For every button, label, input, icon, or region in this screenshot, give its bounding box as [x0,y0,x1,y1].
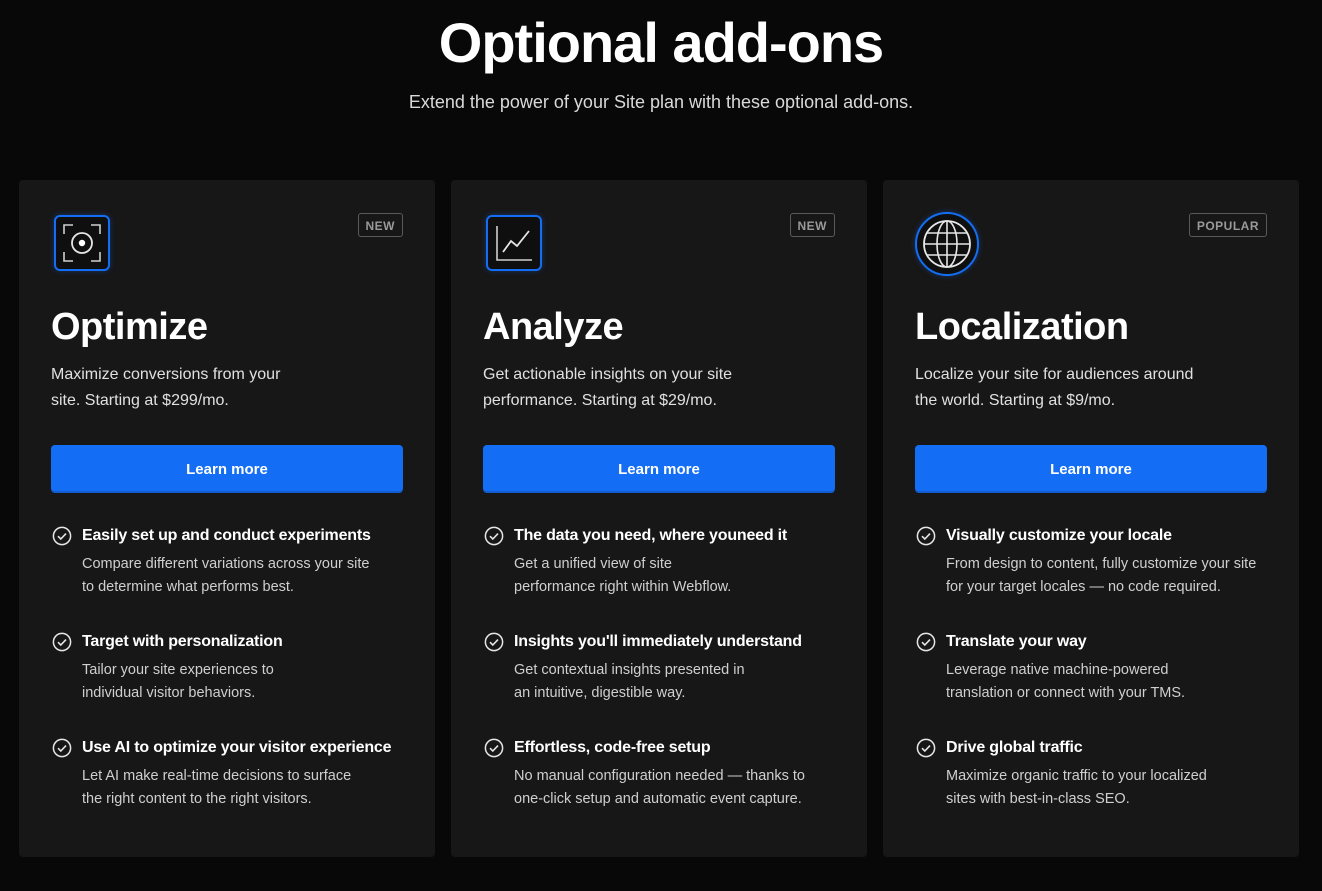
feature-item: Use AI to optimize your visitor experien… [51,737,403,843]
feature-list: The data you need, where youneed it Get … [483,525,835,843]
card-title: Localization [915,306,1129,348]
add-ons-page: Optional add-ons Extend the power of you… [0,0,1322,891]
feature-description: Compare different variations across your… [82,556,370,595]
feature-title: Visually customize your locale [946,527,1172,544]
feature-title: Insights you'll immediately understand [514,633,802,650]
feature-title: Target with personalization [82,633,283,650]
page-subtitle: Extend the power of your Site plan with … [408,92,914,112]
addon-card-localization: POPULAR Localization Localize your site … [883,180,1299,857]
check-circle-icon [52,738,72,758]
check-circle-icon [916,526,936,546]
learn-more-button[interactable]: Learn more [51,445,403,493]
check-circle-icon [484,526,504,546]
target-icon [54,215,110,271]
check-circle-icon [484,738,504,758]
feature-list: Visually customize your locale From desi… [915,525,1267,843]
popular-badge: POPULAR [1188,213,1267,237]
check-circle-icon [52,526,72,546]
feature-title: Easily set up and conduct experiments [82,527,371,544]
card-title: Analyze [483,306,624,348]
feature-title: Drive global traffic [946,739,1083,756]
card-description: Localize your site for audiences around … [915,366,1194,409]
feature-description: Get a unified view of site performance r… [514,556,732,595]
feature-description: Maximize organic traffic to your localiz… [946,768,1207,807]
globe-icon [915,212,979,276]
card-description: Maximize conversions from your site. Sta… [51,366,281,409]
feature-item: Easily set up and conduct experiments Co… [51,525,403,631]
feature-description: Let AI make real-time decisions to surfa… [82,768,352,807]
feature-title: Use AI to optimize your visitor experien… [82,739,392,756]
new-badge: NEW [357,213,403,237]
addon-card-optimize: NEW Optimize Maximize conversions from y… [19,180,435,857]
learn-more-button[interactable]: Learn more [483,445,835,493]
feature-title: Effortless, code-free setup [514,739,711,756]
feature-item: Effortless, code-free setup No manual co… [483,737,835,843]
check-circle-icon [484,632,504,652]
line-chart-icon [486,215,542,271]
feature-description: Tailor your site experiences to individu… [82,662,274,701]
feature-description: No manual configuration needed — thanks … [514,768,805,807]
feature-description: From design to content, fully customize … [946,556,1257,595]
feature-item: Visually customize your locale From desi… [915,525,1267,631]
check-circle-icon [52,632,72,652]
check-circle-icon [916,738,936,758]
feature-list: Easily set up and conduct experiments Co… [51,525,403,843]
feature-title: The data you need, where youneed it [514,527,788,544]
feature-description: Leverage native machine-powered translat… [946,662,1186,701]
card-title: Optimize [51,306,208,348]
feature-item: Target with personalization Tailor your … [51,631,403,737]
page-title: Optional add-ons [438,11,884,74]
feature-item: The data you need, where youneed it Get … [483,525,835,631]
feature-title: Translate your way [946,633,1087,650]
learn-more-button[interactable]: Learn more [915,445,1267,493]
new-badge: NEW [789,213,835,237]
feature-item: Drive global traffic Maximize organic tr… [915,737,1267,843]
feature-item: Insights you'll immediately understand G… [483,631,835,737]
addon-card-analyze: NEW Analyze Get actionable insights on y… [451,180,867,857]
feature-description: Get contextual insights presented in an … [514,662,745,701]
check-circle-icon [916,632,936,652]
card-description: Get actionable insights on your site per… [483,366,733,409]
feature-item: Translate your way Leverage native machi… [915,631,1267,737]
